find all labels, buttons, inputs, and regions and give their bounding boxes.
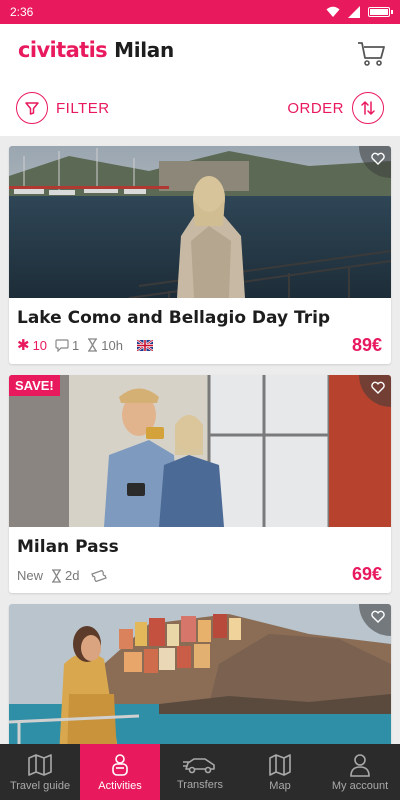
filter-label: FILTER — [56, 99, 110, 117]
activity-meta: ✱ 10 1 10h — [17, 336, 153, 354]
nav-label: Travel guide — [9, 779, 71, 792]
comment-count: 1 — [72, 337, 80, 353]
uk-flag-icon — [136, 339, 153, 351]
funnel-icon — [16, 92, 48, 124]
card-body: Lake Como and Bellagio Day Trip ✱ 10 1 1… — [9, 298, 391, 364]
duration: 10h — [87, 338, 123, 353]
activity-title[interactable]: Lake Como and Bellagio Day Trip — [17, 308, 383, 328]
comments: 1 — [55, 338, 79, 353]
price: 69€ — [351, 564, 382, 584]
order-label: ORDER — [287, 99, 344, 117]
nav-label: Transfers — [176, 778, 224, 791]
header: civitatis Milan FILTER ORDER — [0, 24, 400, 136]
wifi-icon — [326, 6, 340, 17]
activity-card[interactable]: Lake Como and Bellagio Day Trip ✱ 10 1 1… — [9, 146, 391, 364]
duration-value: 2d — [65, 568, 80, 583]
nav-map[interactable]: Map — [240, 744, 320, 800]
cart-icon[interactable] — [356, 38, 386, 68]
filter-button[interactable]: FILTER — [16, 92, 110, 124]
rating-value: 10 — [32, 337, 48, 353]
order-button[interactable]: ORDER — [287, 92, 384, 124]
rating-star-icon: ✱ — [17, 337, 30, 354]
nav-label: Activities — [98, 779, 142, 792]
card-body: Milan Pass New 2d 69€ — [9, 527, 391, 593]
clock: 2:36 — [10, 5, 34, 19]
save-badge: SAVE! — [9, 375, 60, 396]
car-icon — [183, 757, 215, 773]
activity-meta: New 2d — [17, 568, 108, 583]
lake-como-photo[interactable] — [9, 146, 391, 298]
milan-pass-photo[interactable]: SAVE! — [9, 375, 391, 527]
hourglass-icon — [88, 338, 98, 352]
page-title: Milan — [114, 38, 174, 62]
duration: 2d — [51, 568, 79, 583]
nav-my-account[interactable]: My account — [320, 744, 400, 800]
person-icon — [112, 753, 128, 776]
new-label: New — [17, 568, 44, 583]
bottom-nav: Travel guide Activities Transfers Map My… — [0, 744, 400, 800]
signal-icon — [348, 6, 360, 18]
nav-label: My account — [331, 779, 389, 792]
nav-label: Map — [269, 779, 291, 792]
heart-icon — [371, 610, 385, 623]
rating: ✱ 10 — [17, 336, 47, 354]
comment-icon — [55, 338, 69, 352]
heart-icon — [371, 152, 385, 165]
filter-row: FILTER ORDER — [0, 88, 400, 128]
activity-card[interactable] — [9, 604, 391, 744]
activity-card[interactable]: SAVE! Milan Pass New 2d 69€ — [9, 375, 391, 593]
map-icon — [269, 753, 291, 776]
battery-icon — [368, 7, 393, 17]
status-bar: 2:36 — [0, 0, 400, 24]
user-icon — [350, 753, 370, 777]
nav-transfers[interactable]: Transfers — [160, 744, 240, 800]
brand: civitatis Milan — [18, 38, 174, 62]
sort-arrows-icon — [352, 92, 384, 124]
map-book-icon — [28, 753, 52, 776]
hourglass-icon — [52, 568, 62, 583]
ticket-icon — [91, 569, 108, 582]
nav-travel-guide[interactable]: Travel guide — [0, 744, 80, 800]
activity-list[interactable]: Lake Como and Bellagio Day Trip ✱ 10 1 1… — [0, 136, 400, 744]
logo[interactable]: civitatis — [18, 38, 108, 62]
duration-value: 10h — [101, 337, 123, 353]
cinque-terre-photo[interactable] — [9, 604, 391, 744]
nav-activities[interactable]: Activities — [80, 744, 160, 800]
activity-title[interactable]: Milan Pass — [17, 537, 383, 557]
heart-icon — [371, 381, 385, 394]
price: 89€ — [351, 335, 382, 355]
